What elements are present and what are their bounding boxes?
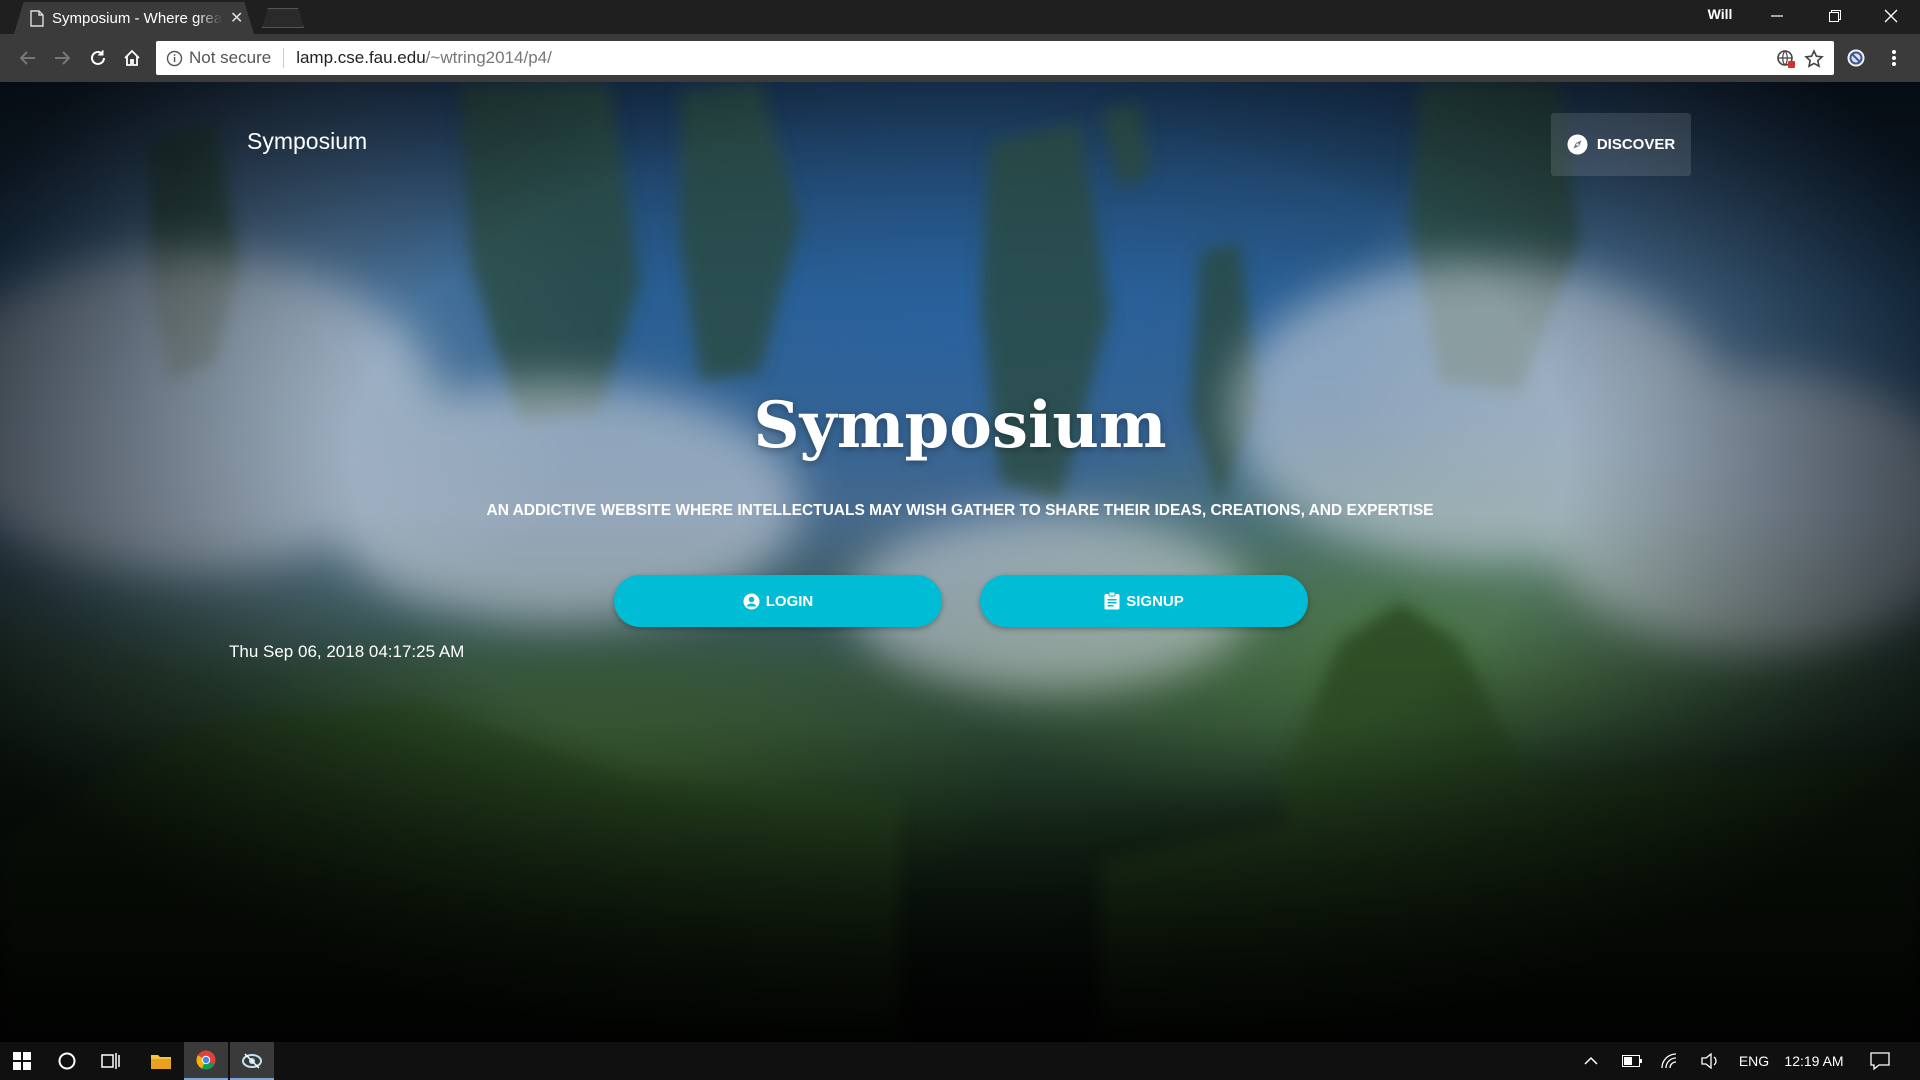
login-label: LOGIN bbox=[765, 592, 814, 610]
back-arrow-icon bbox=[19, 51, 35, 65]
folder-icon bbox=[151, 1055, 171, 1069]
chrome-taskbar-button[interactable] bbox=[184, 1042, 228, 1080]
browser-tab-strip: Symposium - Where great minds gather ✕ W… bbox=[0, 0, 1920, 34]
input-language[interactable]: ENG bbox=[1734, 1042, 1774, 1080]
forward-button[interactable] bbox=[48, 44, 76, 72]
background-landscape-image bbox=[0, 82, 1920, 1042]
extension-button[interactable] bbox=[1842, 44, 1870, 72]
taskbar-clock[interactable]: 12:19 AM bbox=[1778, 1042, 1850, 1080]
home-button[interactable] bbox=[118, 44, 146, 72]
back-button[interactable] bbox=[14, 44, 42, 72]
vignette-overlay bbox=[0, 82, 1920, 1042]
task-view-button[interactable] bbox=[90, 1042, 132, 1080]
action-center-button[interactable] bbox=[1862, 1042, 1898, 1080]
battery-tray-button[interactable] bbox=[1618, 1042, 1646, 1080]
wifi-icon bbox=[1661, 1053, 1677, 1069]
page-icon bbox=[30, 9, 44, 27]
translate-icon[interactable] bbox=[1776, 49, 1796, 69]
chevron-up-icon bbox=[1584, 1056, 1598, 1065]
star-icon[interactable] bbox=[1804, 49, 1824, 69]
restore-icon bbox=[1829, 10, 1841, 22]
browser-toolbar: Not secure lamp.cse.fau.edu/~wtring2014/… bbox=[0, 34, 1920, 82]
close-tab-icon[interactable]: ✕ bbox=[230, 8, 243, 28]
page-viewport: Symposium DISCOVER Symposium AN ADDICTIV… bbox=[0, 82, 1920, 1042]
restore-button[interactable] bbox=[1806, 0, 1864, 32]
current-datetime: Thu Sep 06, 2018 04:17:25 AM bbox=[229, 642, 465, 661]
minimize-icon bbox=[1771, 15, 1783, 17]
forward-arrow-icon bbox=[55, 51, 71, 65]
start-button[interactable] bbox=[0, 1042, 44, 1080]
assignment-icon bbox=[1104, 592, 1120, 610]
more-vert-icon bbox=[1892, 50, 1896, 66]
cortana-circle-icon bbox=[58, 1052, 76, 1070]
app-icon bbox=[242, 1053, 262, 1069]
windows-taskbar: ENG 12:19 AM bbox=[0, 1042, 1920, 1080]
volume-tray-button[interactable] bbox=[1696, 1042, 1724, 1080]
browser-menu-button[interactable] bbox=[1880, 44, 1908, 72]
network-tray-button[interactable] bbox=[1656, 1042, 1684, 1080]
account-circle-icon bbox=[743, 593, 760, 609]
bottom-fade bbox=[0, 722, 1920, 1042]
windows-logo-icon bbox=[13, 1052, 31, 1070]
url-path: /~wtring2014/p4/ bbox=[425, 48, 552, 67]
security-label[interactable]: Not secure bbox=[189, 48, 271, 68]
url-host: lamp.cse.fau.edu bbox=[296, 48, 426, 67]
notification-icon bbox=[1870, 1052, 1890, 1070]
login-button[interactable]: LOGIN bbox=[614, 575, 942, 627]
battery-icon bbox=[1622, 1055, 1642, 1067]
new-tab-button[interactable] bbox=[262, 8, 304, 28]
navbar-brand[interactable]: Symposium bbox=[247, 128, 367, 155]
hero-subtitle: AN ADDICTIVE WEBSITE WHERE INTELLECTUALS… bbox=[486, 502, 1434, 519]
task-view-icon bbox=[101, 1053, 120, 1069]
hero-title: Symposium bbox=[753, 388, 1167, 463]
info-icon[interactable] bbox=[166, 50, 183, 67]
signup-label: SIGNUP bbox=[1126, 592, 1184, 610]
cortana-button[interactable] bbox=[44, 1042, 90, 1080]
reload-icon bbox=[91, 50, 105, 65]
tray-overflow-button[interactable] bbox=[1578, 1042, 1604, 1080]
home-icon bbox=[124, 49, 140, 66]
signup-button[interactable]: SIGNUP bbox=[980, 575, 1308, 627]
block-icon bbox=[1847, 49, 1865, 67]
chrome-icon bbox=[196, 1050, 216, 1070]
discover-label: DISCOVER bbox=[1596, 136, 1676, 153]
close-icon bbox=[1884, 9, 1898, 23]
address-bar[interactable]: Not secure lamp.cse.fau.edu/~wtring2014/… bbox=[156, 41, 1834, 75]
file-explorer-button[interactable] bbox=[140, 1042, 182, 1080]
profile-name[interactable]: Will bbox=[1700, 6, 1740, 22]
discover-button[interactable]: DISCOVER bbox=[1551, 113, 1691, 176]
speaker-icon bbox=[1701, 1053, 1717, 1069]
minimize-button[interactable] bbox=[1748, 0, 1806, 32]
browser-tab[interactable]: Symposium - Where great minds gather ✕ bbox=[14, 2, 254, 34]
tab-title: Symposium - Where great minds gather bbox=[52, 9, 222, 27]
reload-button[interactable] bbox=[84, 44, 112, 72]
compass-icon bbox=[1567, 134, 1588, 155]
close-window-button[interactable] bbox=[1862, 0, 1920, 32]
app-taskbar-button[interactable] bbox=[230, 1042, 274, 1080]
omnibox-divider bbox=[283, 48, 285, 68]
